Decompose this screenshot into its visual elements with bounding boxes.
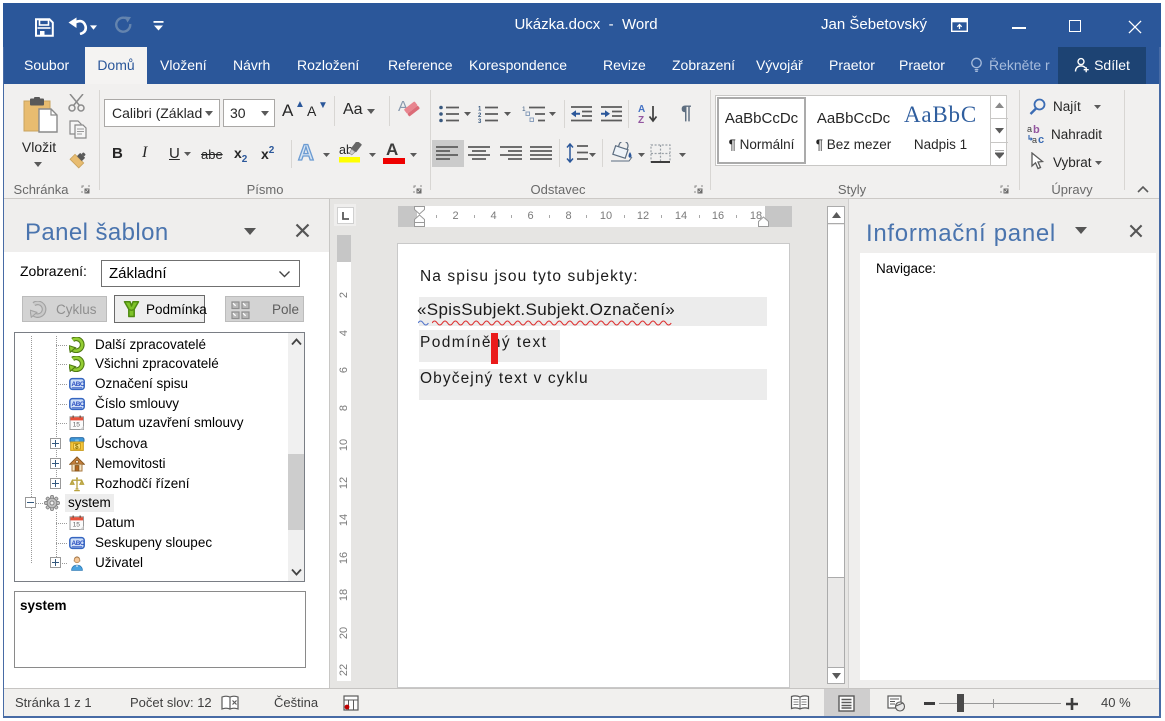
- svg-text:A: A: [298, 140, 314, 165]
- svg-text:c: c: [1038, 134, 1044, 144]
- svg-text:1: 1: [522, 106, 526, 113]
- svg-text:a: a: [1032, 135, 1037, 144]
- svg-text:1: 1: [478, 107, 482, 113]
- svg-text:Z: Z: [638, 115, 644, 125]
- svg-text:3: 3: [478, 119, 482, 123]
- svg-text:a: a: [1027, 124, 1032, 134]
- svg-text:A: A: [638, 104, 645, 115]
